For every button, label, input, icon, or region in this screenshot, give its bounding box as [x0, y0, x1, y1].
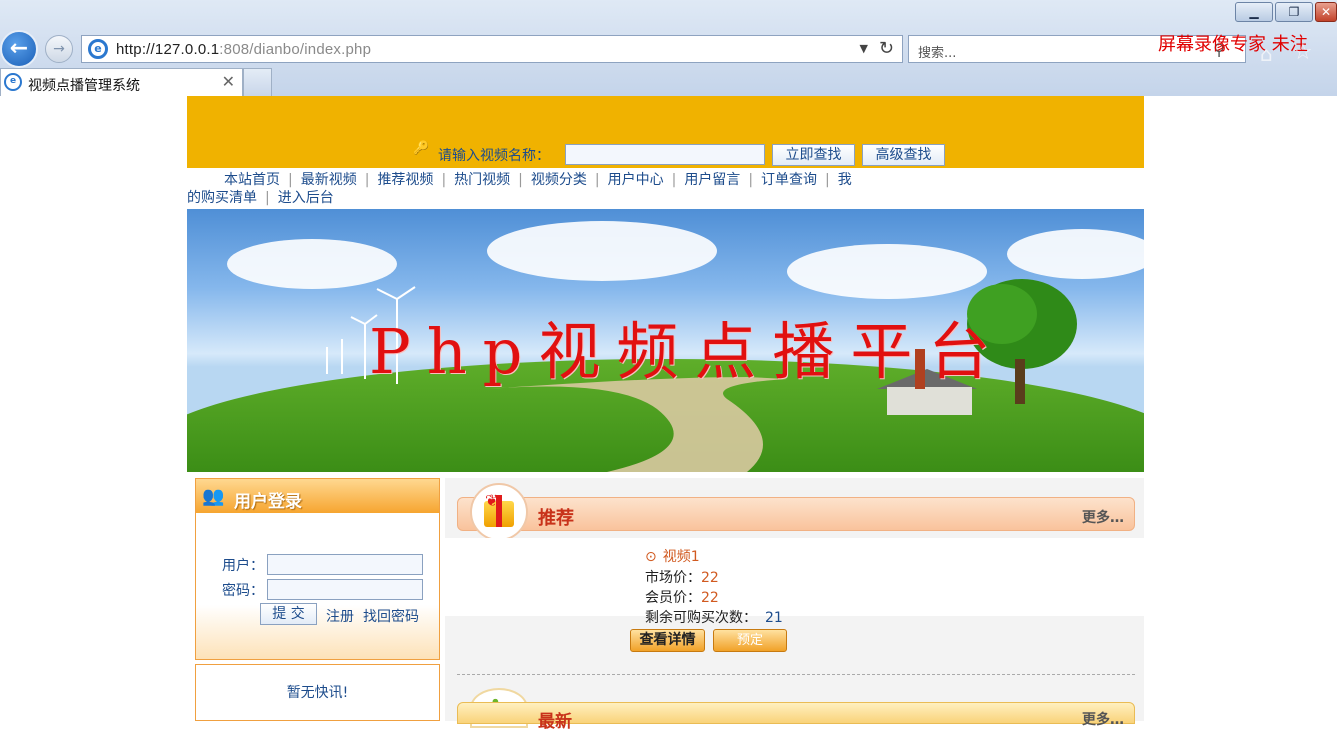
recorder-watermark: 屏幕录像专家 未注 [1158, 34, 1308, 55]
bullet-icon: ⊙ [645, 549, 657, 565]
news-panel: 暂无快讯! [195, 664, 440, 721]
latest-more-link[interactable]: 更多… [1082, 709, 1124, 729]
url-path: :808/dianbo/index.php [219, 41, 372, 58]
browser-tab[interactable]: e 视频点播管理系统 ✕ [0, 68, 243, 96]
ie-logo-icon: e [88, 39, 108, 59]
market-price: 22 [701, 570, 719, 586]
nav-recommend[interactable]: 推荐视频 [377, 172, 433, 188]
login-panel: 👥 用户登录 用户： 密码： 提 交 注册 找回密码 [195, 478, 440, 660]
tab-title: 视频点播管理系统 [28, 78, 140, 94]
key-icon: 🔑 [413, 141, 430, 156]
username-input[interactable] [267, 554, 423, 575]
address-bar[interactable]: e http://127.0.0.1:808/dianbo/index.php … [81, 35, 903, 63]
submit-button[interactable]: 提 交 [260, 603, 317, 625]
refresh-icon[interactable]: ↻ [879, 38, 894, 59]
new-tab-button[interactable] [243, 68, 272, 96]
member-price-row: 会员价：22 [645, 587, 719, 607]
search-placeholder: 搜索... [918, 46, 957, 61]
main-nav: 本站首页 | 最新视频 | 推荐视频 | 热门视频 | 视频分类 | 用户中心 | 用户留言 | 订单查询 |… [187, 172, 852, 206]
recommend-title: 推荐 [538, 508, 574, 529]
arrow-right-icon: → [53, 41, 65, 57]
site-page: 🔑 请输入视频名称： 立即查找 高级查找 本站首页 | 最新视频 | 推荐视频 | 热门视频… [187, 96, 1144, 732]
tab-close-icon[interactable]: ✕ [222, 72, 235, 91]
password-input[interactable] [267, 579, 423, 600]
username-label: 用户： [222, 558, 264, 574]
remaining-label: 剩余可购买次数： [645, 610, 757, 626]
recommend-header: 推荐 更多… [457, 497, 1135, 531]
site-search-label: 请输入视频名称： [438, 148, 550, 164]
remaining-row: 剩余可购买次数： 21 [645, 607, 783, 627]
section-divider [457, 674, 1135, 675]
member-price: 22 [701, 590, 719, 606]
url-text: http://127.0.0.1:808/dianbo/index.php [116, 41, 371, 58]
close-window-icon[interactable]: ✕ [1315, 2, 1337, 22]
arrow-left-icon: ← [9, 36, 29, 61]
nav-admin[interactable]: 进入后台 [278, 190, 334, 206]
nav-home[interactable]: 本站首页 [224, 172, 280, 188]
back-button[interactable]: ← [0, 30, 38, 68]
member-price-label: 会员价： [645, 590, 701, 606]
minimize-icon[interactable]: ▁ [1235, 2, 1273, 22]
forgot-password-link[interactable]: 找回密码 [363, 606, 419, 626]
video-name-link[interactable]: ⊙ 视频1 [645, 546, 700, 566]
market-price-row: 市场价：22 [645, 567, 719, 587]
recommend-more-link[interactable]: 更多… [1082, 507, 1124, 527]
view-details-button[interactable]: 查看详情 [630, 629, 705, 652]
hero-banner: Php视频点播平台 [187, 209, 1144, 472]
home-icon[interactable]: ⌂ [1260, 42, 1273, 66]
gift-icon: ❦ [470, 483, 528, 541]
nav-messages[interactable]: 用户留言 [684, 172, 740, 188]
banner-title: Php视频点播平台 [369, 315, 1007, 388]
book-button[interactable]: 预定 [713, 629, 787, 652]
nav-hot[interactable]: 热门视频 [454, 172, 510, 188]
advanced-search-button[interactable]: 高级查找 [862, 144, 945, 166]
remaining-count: 21 [765, 610, 783, 626]
news-empty-text: 暂无快讯! [286, 685, 349, 701]
restore-icon[interactable]: ❐ [1275, 2, 1313, 22]
search-now-button[interactable]: 立即查找 [772, 144, 855, 166]
nav-category[interactable]: 视频分类 [531, 172, 587, 188]
users-icon: 👥 [202, 486, 225, 507]
register-link[interactable]: 注册 [326, 606, 354, 626]
latest-title: 最新 [538, 712, 572, 732]
favorites-star-icon[interactable]: ☆ [1293, 40, 1313, 65]
window-controls: ▁ ❐ ✕ [1235, 2, 1337, 22]
browser-chrome: ▁ ❐ ✕ ← → e http://127.0.0.1:808/dianbo/… [0, 0, 1337, 96]
video-name: 视频1 [662, 549, 700, 565]
login-header: 👥 用户登录 [196, 479, 439, 513]
url-host: http://127.0.0.1 [116, 41, 220, 58]
chevron-down-icon[interactable]: ▼ [860, 42, 868, 55]
site-header: 🔑 请输入视频名称： 立即查找 高级查找 [187, 96, 1144, 168]
nav-user-center[interactable]: 用户中心 [608, 172, 664, 188]
forward-button[interactable]: → [45, 35, 73, 63]
video-item-area [445, 538, 1144, 616]
tab-ie-icon: e [4, 73, 22, 91]
nav-order-query[interactable]: 订单查询 [761, 172, 817, 188]
market-price-label: 市场价： [645, 570, 701, 586]
login-title: 用户登录 [234, 492, 302, 512]
video-search-input[interactable] [565, 144, 765, 165]
nav-latest[interactable]: 最新视频 [301, 172, 357, 188]
password-label: 密码： [222, 583, 264, 599]
main-content: 推荐 更多… ❦ ⊙ 视频1 市场价：22 会员价：22 剩余可购买次数： 21 查… [445, 478, 1144, 732]
